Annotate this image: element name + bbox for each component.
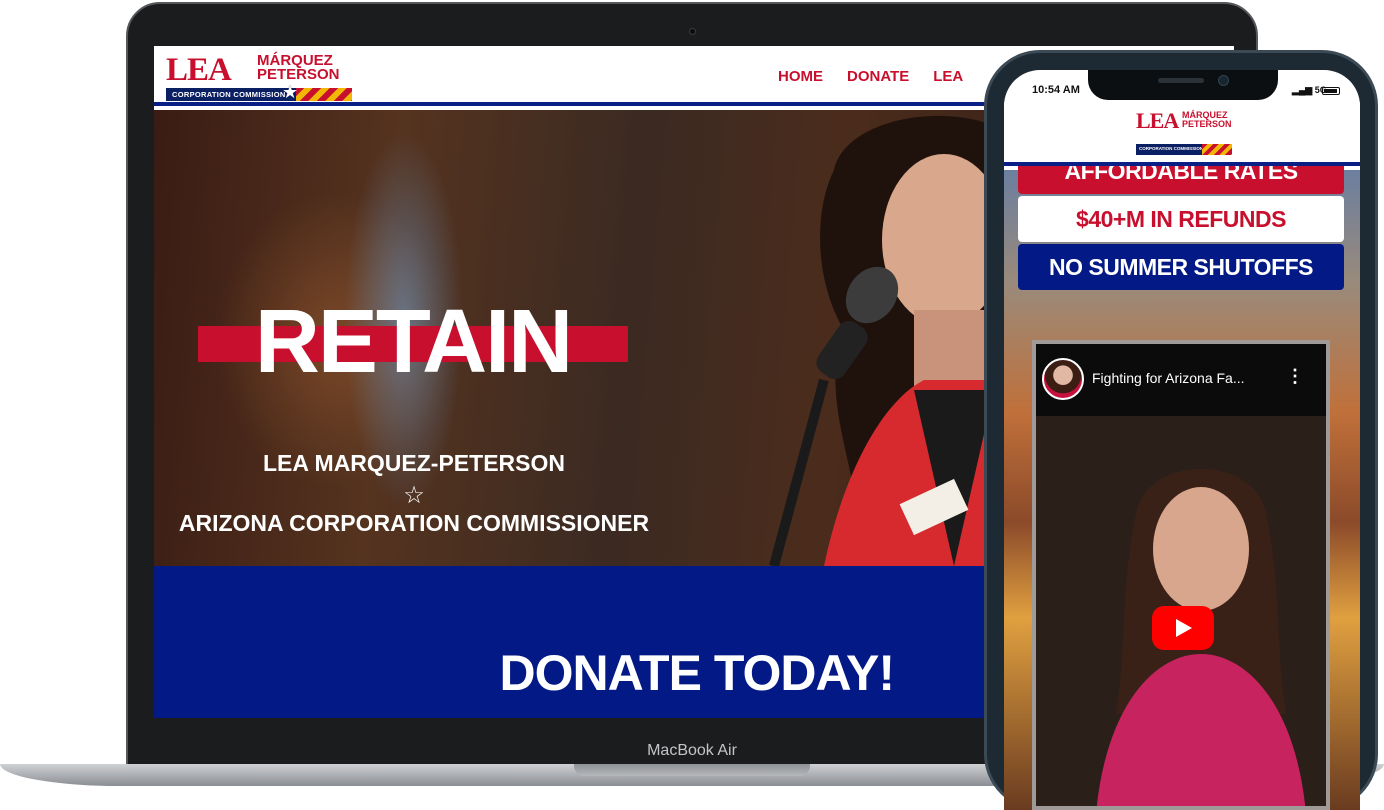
- logo-tagline: CORPORATION COMMISSION: [172, 90, 286, 99]
- more-options-icon[interactable]: ⋮: [1286, 366, 1304, 387]
- nav-home[interactable]: HOME: [778, 68, 823, 85]
- hero-candidate-name: LEA MARQUEZ-PETERSON: [263, 450, 565, 476]
- logo-first-name: LEA: [166, 52, 232, 88]
- phone-site-header: LEA MÁRQUEZ PETERSON CORPORATION COMMISS…: [1004, 102, 1360, 166]
- laptop-camera: [689, 28, 696, 35]
- hero-headline: RETAIN: [254, 292, 573, 392]
- laptop-brand-label: MacBook Air: [647, 742, 737, 759]
- phone-logo-last-name: MÁRQUEZ PETERSON: [1182, 110, 1232, 129]
- play-icon: [1176, 619, 1192, 637]
- arizona-flag-stripes: [296, 88, 352, 101]
- earpiece-speaker: [1158, 78, 1204, 83]
- video-title[interactable]: Fighting for Arizona Fa...: [1092, 370, 1245, 386]
- phone-logo-tagline: CORPORATION COMMISSION: [1139, 146, 1204, 151]
- phone-arizona-flag-stripes: [1202, 144, 1232, 155]
- front-camera-icon: [1218, 75, 1229, 86]
- main-nav: HOME DONATE LEA: [778, 68, 963, 85]
- youtube-play-button[interactable]: [1152, 606, 1214, 650]
- phone-notch: [1088, 70, 1278, 100]
- nav-lea[interactable]: LEA: [933, 68, 963, 85]
- banner-refunds: $40+M IN REFUNDS: [1018, 196, 1344, 242]
- logo-last-name: MÁRQUEZ PETERSON: [257, 52, 340, 83]
- site-logo[interactable]: LEA MÁRQUEZ PETERSON CORPORATION COMMISS…: [166, 53, 352, 101]
- star-icon: ★: [282, 82, 299, 102]
- hero-office-title: ARIZONA CORPORATION COMMISSIONER: [178, 510, 650, 536]
- channel-avatar[interactable]: [1042, 358, 1084, 400]
- video-title-bar: Fighting for Arizona Fa... ⋮: [1036, 344, 1326, 416]
- phone-hero-sunset-background: AFFORDABLE RATES $40+M IN REFUNDS NO SUM…: [1004, 148, 1360, 810]
- banner-no-summer-shutoffs: NO SUMMER SHUTOFFS: [1018, 244, 1344, 290]
- laptop-hinge-notch: [574, 764, 810, 776]
- phone-screen: AFFORDABLE RATES $40+M IN REFUNDS NO SUM…: [1004, 70, 1360, 810]
- phone-logo-first-name: LEA: [1136, 108, 1179, 133]
- nav-donate[interactable]: DONATE: [847, 68, 909, 85]
- star-outline-icon: ☆: [403, 482, 425, 509]
- battery-icon: [1322, 87, 1340, 95]
- phone-site-logo[interactable]: LEA MÁRQUEZ PETERSON CORPORATION COMMISS…: [1136, 110, 1232, 160]
- youtube-video-embed[interactable]: Fighting for Arizona Fa... ⋮: [1032, 340, 1330, 810]
- status-time: 10:54 AM: [1032, 84, 1080, 96]
